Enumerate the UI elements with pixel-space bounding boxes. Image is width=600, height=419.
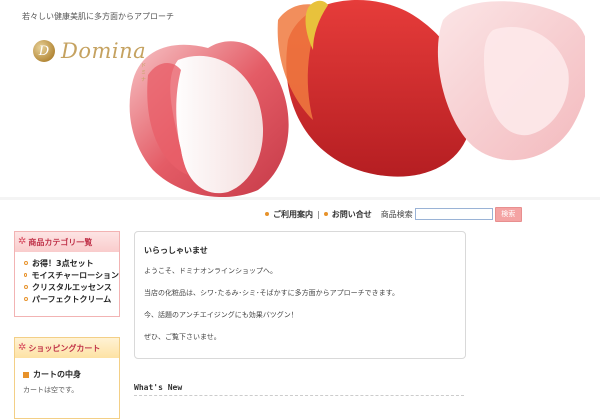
cart-contents-heading: カートの中身 [23, 369, 119, 380]
tulip-image [129, 0, 585, 197]
header-banner: 若々しい健康美肌に多方面からアプローチ D Domina ドミナ [13, 0, 585, 197]
bullet-icon [24, 297, 28, 301]
flower-icon: ✲ [18, 342, 27, 353]
cart-contents-label: カートの中身 [33, 370, 81, 379]
search-input[interactable] [414, 208, 493, 220]
logo-text: Domina [61, 38, 147, 63]
welcome-text: ようこそ、ドミナオンラインショップへ。 [144, 267, 277, 275]
whats-new-title: What's New [134, 383, 183, 392]
contact-link-label: お問い合せ [331, 209, 372, 219]
header-divider [0, 197, 600, 200]
cart-header: ✲ ショッピングカート [15, 338, 119, 358]
bullet-icon [265, 212, 269, 216]
bullet-icon [24, 273, 28, 277]
cart-title: ショッピングカート [28, 343, 101, 353]
category-box: ✲ 商品カテゴリ一覧 お得！3点セット モイスチャーローション クリスタルエッセ… [14, 231, 120, 317]
top-navigation: ご利用案内 | お問い合せ 商品検索 検索 [265, 206, 522, 222]
contact-link[interactable]: お問い合せ [323, 209, 372, 220]
search-button[interactable]: 検索 [494, 206, 522, 222]
category-item-label: モイスチャーローション [31, 270, 119, 280]
category-item[interactable]: お得！3点セット [24, 257, 119, 269]
logo-mark-icon: D [33, 40, 55, 62]
category-item[interactable]: モイスチャーローション [24, 269, 119, 281]
welcome-box: いらっしゃいませ ようこそ、ドミナオンラインショップへ。 当店の化粧品は、シワ･… [134, 231, 466, 359]
welcome-text: ぜひ、ご覧下さいませ。 [144, 333, 221, 341]
guide-link[interactable]: ご利用案内 [265, 209, 313, 220]
nav-separator: | [317, 209, 320, 219]
flower-icon: ✲ [18, 236, 27, 247]
category-item[interactable]: パーフェクトクリーム [24, 293, 119, 305]
square-icon [23, 371, 29, 378]
welcome-text: 当店の化粧品は、シワ･たるみ･シミ･そばかすに多方面からアプローチできます。 [144, 289, 399, 297]
bullet-icon [323, 212, 328, 216]
whats-new-divider [134, 395, 464, 396]
category-title: 商品カテゴリ一覧 [28, 237, 93, 247]
cart-empty-text: カートは空です。 [23, 386, 79, 394]
category-list: お得！3点セット モイスチャーローション クリスタルエッセンス パーフェクトクリ… [15, 252, 119, 305]
welcome-text: 今、話題のアンチエイジングにも効果バツグン！ [144, 311, 298, 319]
category-item[interactable]: クリスタルエッセンス [24, 281, 119, 293]
guide-link-label: ご利用案内 [273, 209, 313, 219]
logo-subtitle: ドミナ [141, 63, 148, 83]
bullet-icon [24, 285, 28, 289]
search-label: 商品検索 [380, 209, 413, 219]
category-item-label: お得！3点セット [32, 258, 94, 268]
category-item-label: パーフェクトクリーム [32, 294, 112, 304]
bullet-icon [24, 261, 28, 265]
category-item-label: クリスタルエッセンス [32, 282, 112, 292]
logo[interactable]: D Domina ドミナ [33, 38, 147, 83]
welcome-title: いらっしゃいませ [144, 246, 208, 255]
tagline: 若々しい健康美肌に多方面からアプローチ [22, 12, 174, 21]
cart-box: ✲ ショッピングカート カートの中身 カートは空です。 [14, 337, 120, 419]
category-header: ✲ 商品カテゴリ一覧 [15, 232, 119, 252]
